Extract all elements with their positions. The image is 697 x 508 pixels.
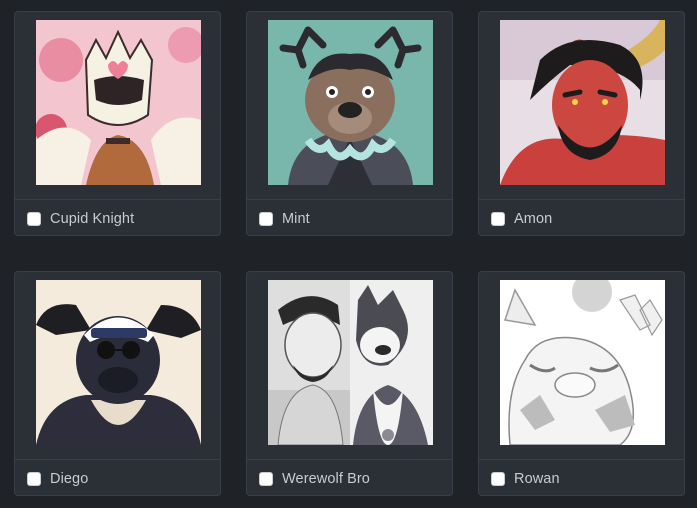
character-name[interactable]: Werewolf Bro xyxy=(282,471,370,487)
werewolf-bro-artwork xyxy=(268,280,433,445)
character-card[interactable]: Amon xyxy=(478,11,685,236)
character-name[interactable]: Diego xyxy=(50,471,88,487)
select-checkbox[interactable] xyxy=(259,471,273,486)
character-card[interactable]: Rowan xyxy=(478,271,685,496)
select-checkbox[interactable] xyxy=(27,211,41,226)
character-name[interactable]: Cupid Knight xyxy=(50,211,134,227)
card-thumbnail-area[interactable] xyxy=(247,12,452,199)
character-name[interactable]: Mint xyxy=(282,211,310,227)
card-footer: Cupid Knight xyxy=(15,199,220,235)
card-thumbnail-area[interactable] xyxy=(479,272,684,459)
rowan-artwork xyxy=(500,280,665,445)
character-thumbnail[interactable] xyxy=(500,20,665,185)
cupid-knight-artwork xyxy=(36,20,201,185)
character-thumbnail[interactable] xyxy=(36,280,201,445)
mint-artwork xyxy=(268,20,433,185)
character-card[interactable]: Cupid Knight xyxy=(14,11,221,236)
card-footer: Mint xyxy=(247,199,452,235)
card-thumbnail-area[interactable] xyxy=(479,12,684,199)
character-card[interactable]: Mint xyxy=(246,11,453,236)
character-thumbnail[interactable] xyxy=(36,20,201,185)
character-card[interactable]: Werewolf Bro xyxy=(246,271,453,496)
select-checkbox[interactable] xyxy=(491,211,505,226)
card-footer: Diego xyxy=(15,459,220,495)
card-thumbnail-area[interactable] xyxy=(15,12,220,199)
amon-artwork xyxy=(500,20,665,185)
character-name[interactable]: Amon xyxy=(514,211,552,227)
card-footer: Rowan xyxy=(479,459,684,495)
character-thumbnail[interactable] xyxy=(268,280,433,445)
select-checkbox[interactable] xyxy=(27,471,41,486)
select-checkbox[interactable] xyxy=(259,211,273,226)
card-thumbnail-area[interactable] xyxy=(247,272,452,459)
card-thumbnail-area[interactable] xyxy=(15,272,220,459)
diego-artwork xyxy=(36,280,201,445)
card-footer: Werewolf Bro xyxy=(247,459,452,495)
card-footer: Amon xyxy=(479,199,684,235)
character-thumbnail[interactable] xyxy=(268,20,433,185)
character-name[interactable]: Rowan xyxy=(514,471,560,487)
character-card[interactable]: Diego xyxy=(14,271,221,496)
character-thumbnail[interactable] xyxy=(500,280,665,445)
select-checkbox[interactable] xyxy=(491,471,505,486)
